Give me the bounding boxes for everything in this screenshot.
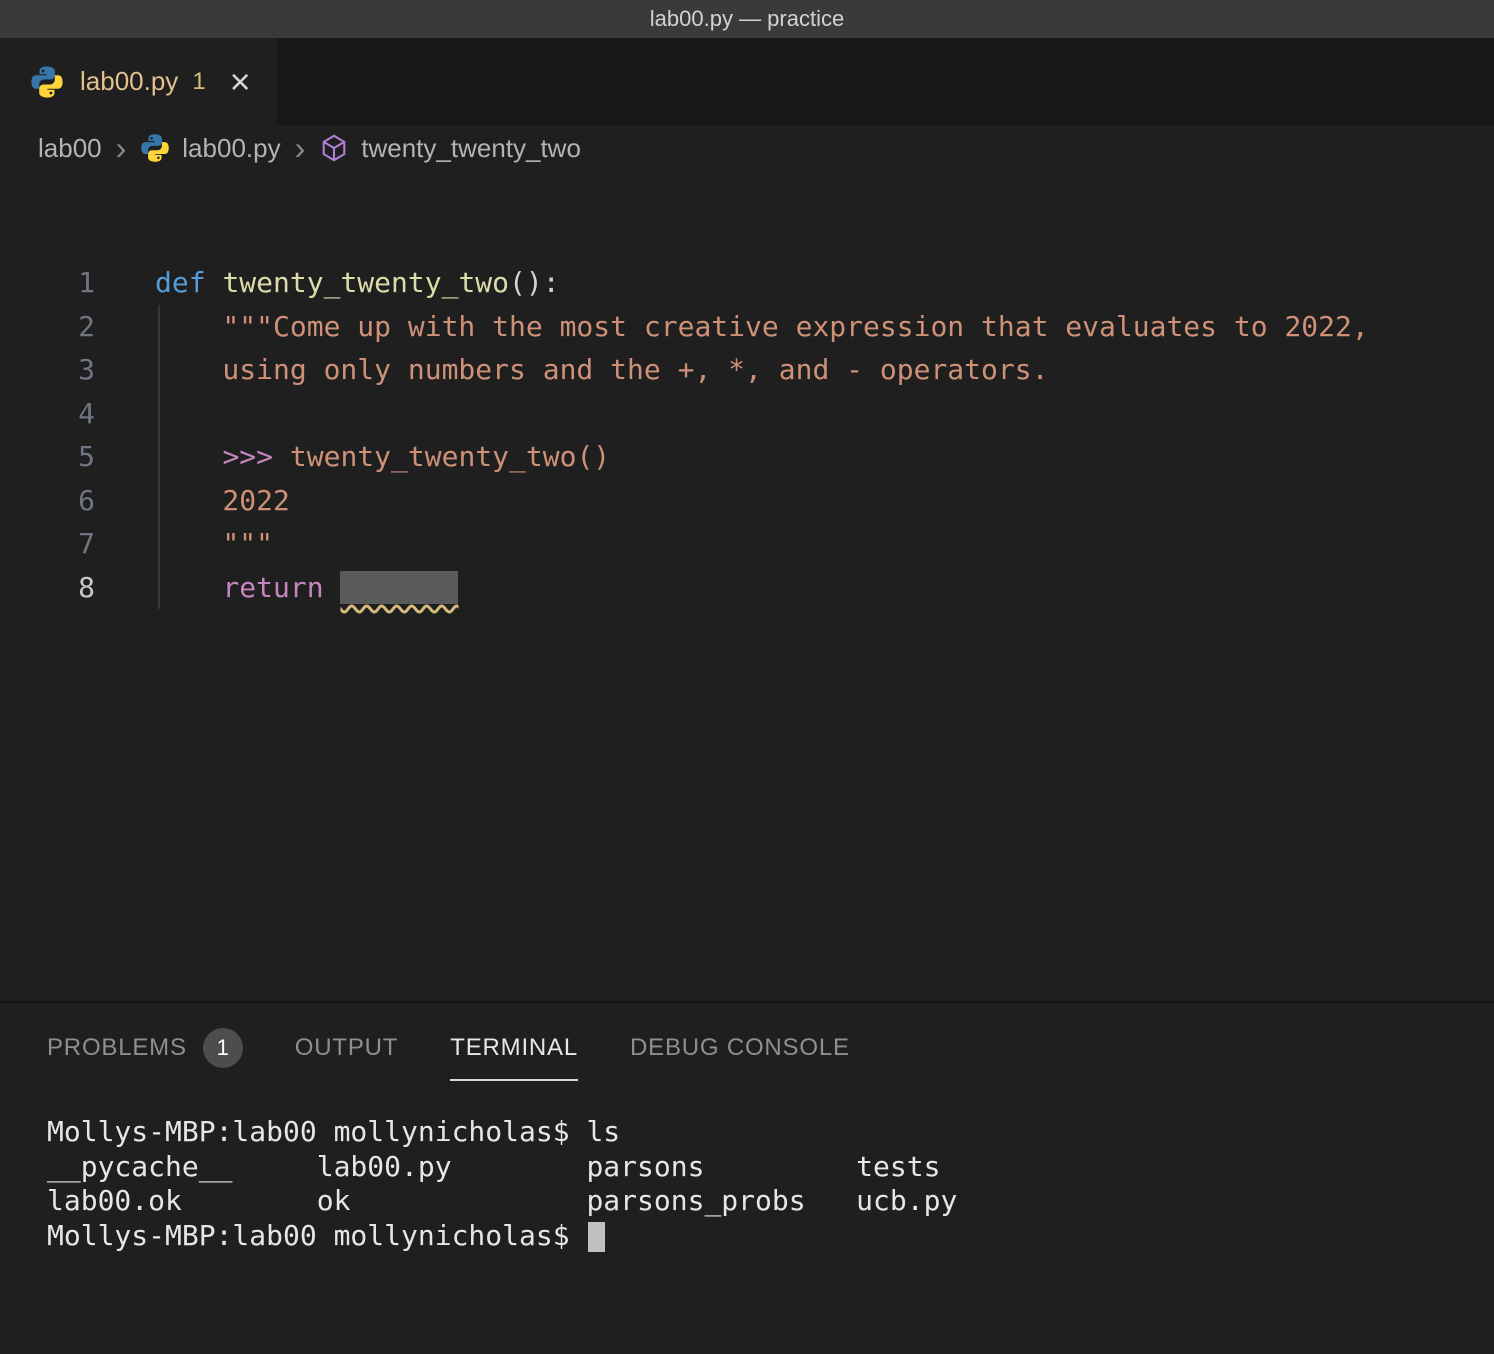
terminal-text: Mollys-MBP:lab00 mollynicholas$ ls xyxy=(47,1115,620,1148)
window-title-bar: lab00.py — practice xyxy=(0,0,1494,38)
panel-tab-label: DEBUG CONSOLE xyxy=(630,1034,850,1062)
code-text: >>> twenty_twenty_two() xyxy=(155,435,610,479)
terminal-line: Mollys-MBP:lab00 mollynicholas$ ls xyxy=(47,1115,1494,1150)
python-icon xyxy=(30,65,64,99)
python-icon xyxy=(140,133,170,163)
code-text: 2022 xyxy=(155,479,290,523)
code-text: return xyxy=(155,566,458,610)
terminal-output[interactable]: Mollys-MBP:lab00 mollynicholas$ ls__pyca… xyxy=(0,1093,1494,1253)
code-line[interactable]: 4 xyxy=(0,392,1494,436)
panel-tab-output[interactable]: OUTPUT xyxy=(269,1003,424,1093)
breadcrumb-folder[interactable]: lab00 xyxy=(38,133,102,164)
code-line[interactable]: 7 """ xyxy=(0,522,1494,566)
line-number: 7 xyxy=(0,522,95,566)
editor-tab-bar: lab00.py 1 × xyxy=(0,38,1494,125)
panel-tab-label: TERMINAL xyxy=(450,1034,578,1062)
code-text: def twenty_twenty_two(): xyxy=(155,261,560,305)
code-line[interactable]: 3 using only numbers and the +, *, and -… xyxy=(0,348,1494,392)
tab-label: lab00.py xyxy=(80,66,178,97)
line-number: 5 xyxy=(0,435,95,479)
panel-tab-debug-console[interactable]: DEBUG CONSOLE xyxy=(604,1003,876,1093)
code-token: """ xyxy=(155,527,273,560)
code-token xyxy=(155,571,222,604)
panel-tab-terminal[interactable]: TERMINAL xyxy=(424,1003,604,1093)
panel-tab-problems[interactable]: PROBLEMS 1 xyxy=(21,1003,269,1093)
code-text: using only numbers and the +, *, and - o… xyxy=(155,348,1048,392)
terminal-line: Mollys-MBP:lab00 mollynicholas$ xyxy=(47,1219,1494,1254)
panel-tab-label: OUTPUT xyxy=(295,1034,398,1062)
code-text: """Come up with the most creative expres… xyxy=(155,305,1369,349)
code-line[interactable]: 8 return xyxy=(0,566,1494,610)
terminal-cursor xyxy=(588,1222,605,1252)
bottom-panel: PROBLEMS 1 OUTPUT TERMINAL DEBUG CONSOLE Mol… xyxy=(0,1001,1494,1354)
line-number: 8 xyxy=(0,566,95,610)
code-line[interactable]: 5 >>> twenty_twenty_two() xyxy=(0,435,1494,479)
chevron-right-icon: › xyxy=(116,132,127,164)
breadcrumb-file[interactable]: lab00.py xyxy=(182,133,280,164)
answer-blank-selection[interactable] xyxy=(340,571,458,604)
code-token: """Come up with the most creative expres… xyxy=(155,310,1369,343)
breadcrumb: lab00 › lab00.py › twenty_twenty_two xyxy=(0,125,1494,171)
line-number: 3 xyxy=(0,348,95,392)
problems-count-badge: 1 xyxy=(203,1028,243,1068)
panel-tab-label: PROBLEMS xyxy=(47,1034,187,1062)
chevron-right-icon: › xyxy=(295,132,306,164)
line-number: 4 xyxy=(0,392,95,436)
tab-problems-count: 1 xyxy=(192,68,205,96)
code-token xyxy=(206,266,223,299)
code-text: """ xyxy=(155,522,273,566)
code-token: 2022 xyxy=(155,484,290,517)
panel-tab-bar: PROBLEMS 1 OUTPUT TERMINAL DEBUG CONSOLE xyxy=(0,1003,1494,1093)
code-line[interactable]: 6 2022 xyxy=(0,479,1494,523)
terminal-line: __pycache__ lab00.py parsons tests xyxy=(47,1150,1494,1185)
line-number: 1 xyxy=(0,261,95,305)
code-token: def xyxy=(155,266,206,299)
code-token: return xyxy=(222,571,323,604)
terminal-text: Mollys-MBP:lab00 mollynicholas$ xyxy=(47,1219,586,1252)
code-token: (): xyxy=(509,266,560,299)
code-token: twenty_twenty_two xyxy=(222,266,509,299)
editor-lines: 1def twenty_twenty_two():2 """Come up wi… xyxy=(0,261,1494,609)
code-line[interactable]: 1 def twenty_twenty_two(): xyxy=(0,261,1494,305)
code-token xyxy=(155,440,222,473)
tab-lab00-py[interactable]: lab00.py 1 × xyxy=(0,38,277,125)
code-token: using only numbers and the +, *, and - o… xyxy=(155,353,1048,386)
terminal-text: __pycache__ lab00.py parsons tests xyxy=(47,1150,940,1183)
breadcrumb-symbol[interactable]: twenty_twenty_two xyxy=(361,133,581,164)
vscode-window: lab00.py — practice lab00.py 1 × lab00 ›… xyxy=(0,0,1494,1354)
line-number: 2 xyxy=(0,305,95,349)
terminal-text: lab00.ok ok parsons_probs ucb.py xyxy=(47,1184,957,1217)
code-token: >>> xyxy=(222,440,289,473)
code-token: twenty_twenty_two() xyxy=(290,440,610,473)
code-line[interactable]: 2 """Come up with the most creative expr… xyxy=(0,305,1494,349)
symbol-method-icon xyxy=(319,133,349,163)
code-editor[interactable]: 1def twenty_twenty_two():2 """Come up wi… xyxy=(0,171,1494,1001)
line-number: 6 xyxy=(0,479,95,523)
close-icon[interactable]: × xyxy=(230,64,251,100)
terminal-line: lab00.ok ok parsons_probs ucb.py xyxy=(47,1184,1494,1219)
code-token xyxy=(324,571,341,604)
window-title: lab00.py — practice xyxy=(650,6,844,32)
